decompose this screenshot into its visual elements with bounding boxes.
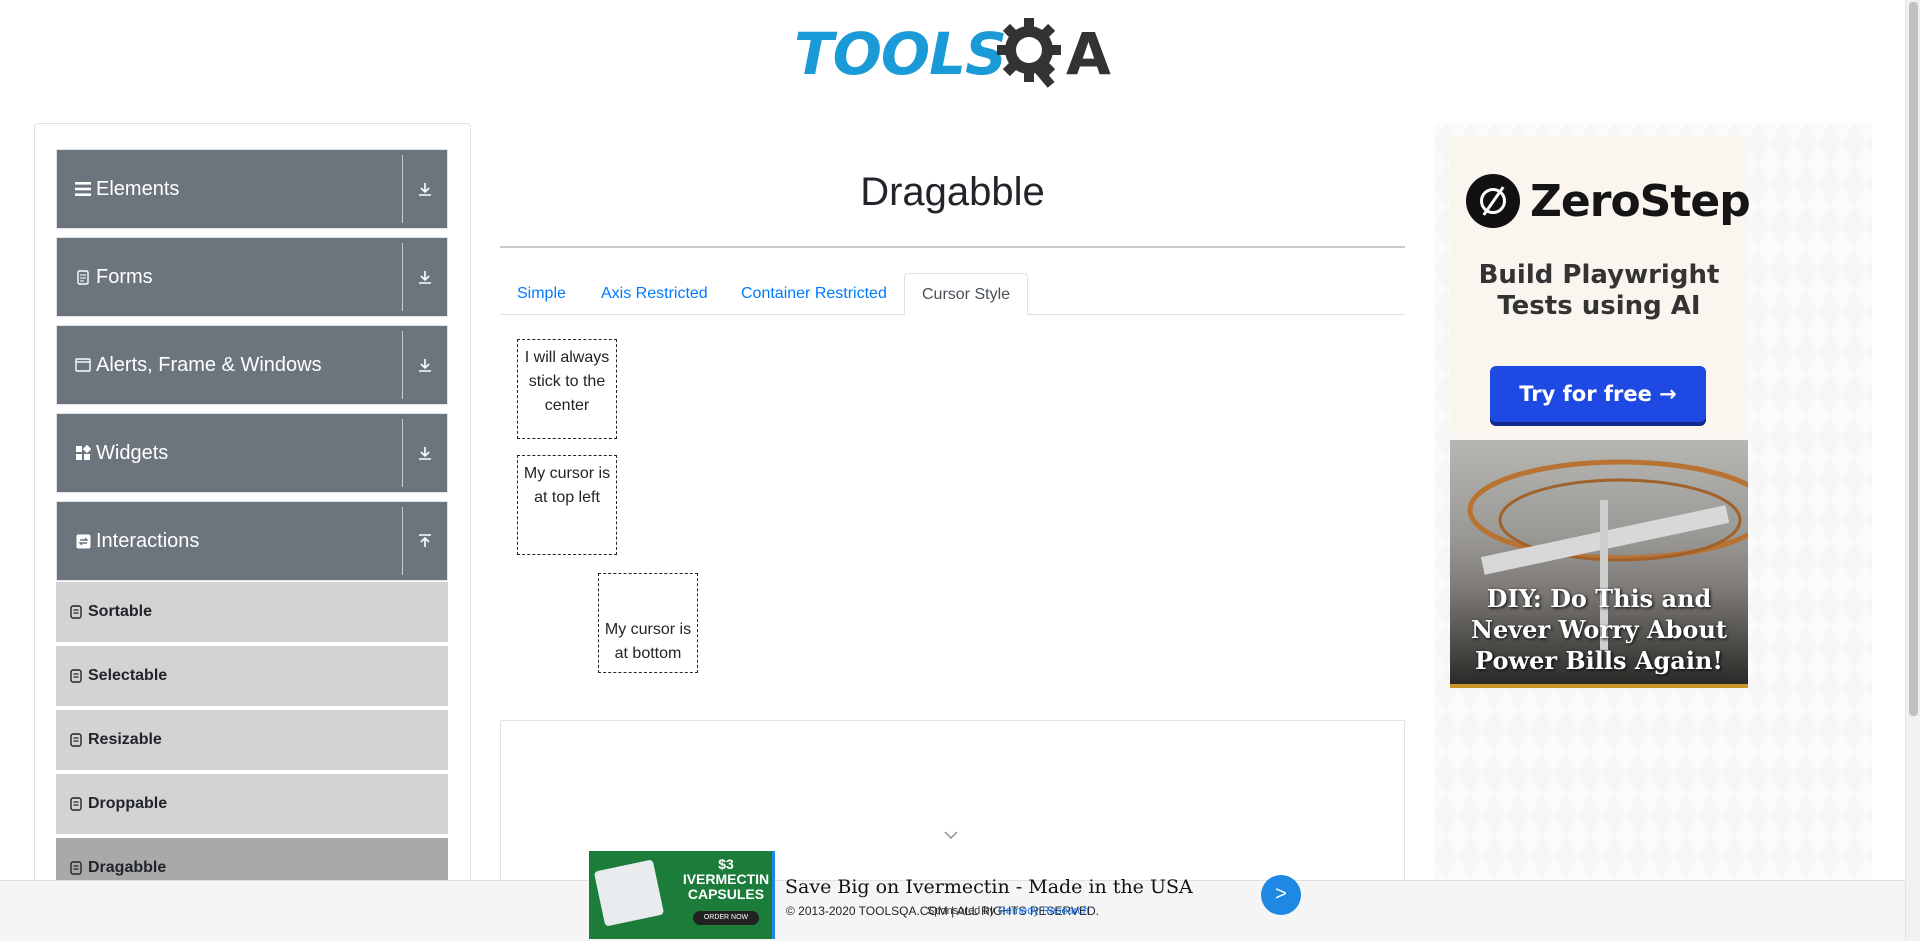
form-icon <box>74 268 92 286</box>
item-icon <box>70 669 82 683</box>
menu-icon <box>74 180 92 198</box>
gear-icon <box>997 18 1061 88</box>
drag-box-label: My cursor is at bottom <box>604 621 692 662</box>
logo-text: TOOLS <box>794 20 1007 88</box>
ad-order-label: ORDER NOW <box>693 911 759 925</box>
zerostep-tagline: Build Playwright Tests using AI <box>1478 260 1720 321</box>
sidebar-group-label: Forms <box>96 265 153 288</box>
sidebar-group-elements[interactable]: Elements <box>56 149 448 229</box>
sidebar-item-label: Selectable <box>88 667 168 684</box>
ad-price: $3 IVERMECTIN CAPSULES <box>682 856 770 902</box>
title-divider <box>500 246 1405 248</box>
sidebar-group-interactions[interactable]: Interactions <box>56 501 448 581</box>
zerostep-mark-icon <box>1466 174 1520 228</box>
sidebar-group-label: Alerts, Frame & Windows <box>96 353 322 376</box>
zerostep-logo: ZeroStep <box>1466 174 1751 228</box>
right-ad-column: ZeroStep Build Playwright Tests using AI… <box>1434 122 1872 941</box>
ad-next-button[interactable]: > <box>1261 875 1301 915</box>
logo-text-a: A <box>1066 20 1111 88</box>
window-icon <box>74 356 92 374</box>
widgets-icon <box>74 444 92 462</box>
sidebar-item-label: Droppable <box>88 795 168 812</box>
drag-box-label: My cursor is at top left <box>523 465 611 506</box>
ad-headline[interactable]: Save Big on Ivermectin - Made in the USA <box>785 876 1193 898</box>
sidebar-item-label: Resizable <box>88 731 162 748</box>
download-arrow-icon[interactable] <box>403 269 447 285</box>
sidebar-group-label: Widgets <box>96 441 169 464</box>
diy-headline: DIY: Do This and Never Worry About Power… <box>1471 584 1727 675</box>
ad-sponsor-prefix: Sponsored by <box>927 905 995 917</box>
try-for-free-button[interactable]: Try for free → <box>1490 366 1706 422</box>
tab-axis-restricted[interactable]: Axis Restricted <box>584 273 725 315</box>
diy-ad[interactable]: DIY: Do This and Never Worry About Power… <box>1450 440 1748 688</box>
tab-cursor-style[interactable]: Cursor Style <box>904 273 1029 316</box>
item-icon <box>70 797 82 811</box>
drag-box-label: I will always stick to the center <box>524 349 610 414</box>
drag-box-bottom[interactable]: My cursor is at bottom <box>598 573 698 673</box>
toolsqa-logo[interactable]: TOOLS A <box>790 14 1120 90</box>
sidebar-group-forms[interactable]: Forms <box>56 237 448 317</box>
zerostep-brand: ZeroStep <box>1530 175 1751 227</box>
scrollbar-thumb[interactable] <box>1909 2 1918 716</box>
upload-arrow-icon[interactable] <box>403 533 447 549</box>
sidebar-group-alerts[interactable]: Alerts, Frame & Windows <box>56 325 448 405</box>
download-arrow-icon[interactable] <box>403 357 447 373</box>
item-icon <box>70 861 82 875</box>
scrollbar[interactable] <box>1905 0 1920 941</box>
sidebar-item-selectable[interactable]: Selectable <box>56 646 448 708</box>
sidebar: Elements Forms Alerts, Frame & Windows W… <box>34 123 471 941</box>
interactions-icon <box>74 532 92 550</box>
tab-container-restricted[interactable]: Container Restricted <box>724 273 904 315</box>
ivermectin-image: $3 IVERMECTIN CAPSULES ORDER NOW <box>589 851 775 939</box>
tab-simple[interactable]: Simple <box>500 273 583 315</box>
sidebar-item-sortable[interactable]: Sortable <box>56 582 448 644</box>
sidebar-item-label: Dragabble <box>88 859 167 876</box>
ad-sponsor: Sponsored by Remedy Research <box>927 905 1089 917</box>
drag-box-top-left[interactable]: My cursor is at top left <box>517 455 617 555</box>
item-icon <box>70 733 82 747</box>
page-title: Dragabble <box>860 170 1045 214</box>
sidebar-item-label: Sortable <box>88 603 153 620</box>
sidebar-item-droppable[interactable]: Droppable <box>56 774 448 836</box>
sidebar-group-widgets[interactable]: Widgets <box>56 413 448 493</box>
tab-bar: Simple Axis Restricted Container Restric… <box>500 273 1405 316</box>
drag-box-center[interactable]: I will always stick to the center <box>517 339 617 439</box>
download-arrow-icon[interactable] <box>403 445 447 461</box>
zerostep-ad[interactable]: ZeroStep Build Playwright Tests using AI… <box>1450 136 1751 438</box>
bottom-ad[interactable]: $3 IVERMECTIN CAPSULES ORDER NOW Save Bi… <box>589 851 1301 939</box>
sidebar-group-label: Interactions <box>96 529 200 552</box>
ad-sponsor-name[interactable]: Remedy Research <box>998 905 1089 917</box>
page: TOOLS A Elements Forms Alerts, Frame & W… <box>0 0 1920 941</box>
sidebar-item-resizable[interactable]: Resizable <box>56 710 448 772</box>
item-icon <box>70 605 82 619</box>
chevron-down-icon[interactable] <box>944 829 958 841</box>
sidebar-group-label: Elements <box>96 177 180 200</box>
download-arrow-icon[interactable] <box>403 181 447 197</box>
